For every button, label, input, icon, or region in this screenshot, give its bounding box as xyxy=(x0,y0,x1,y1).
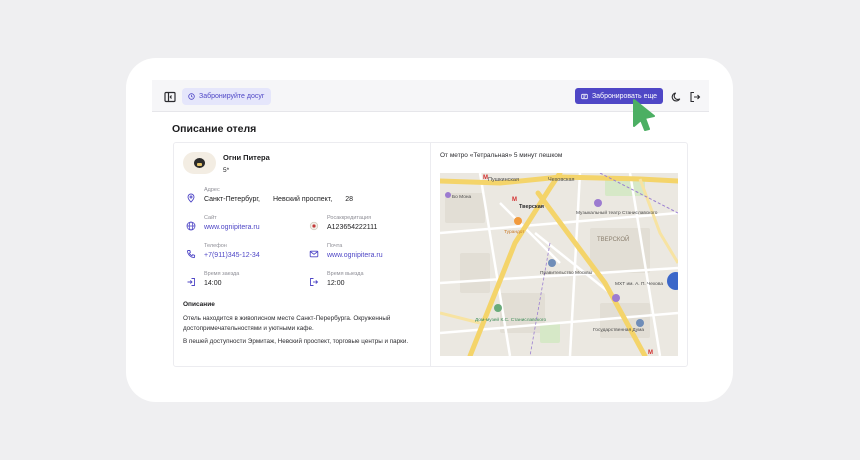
accreditation-field: Росаккредитация A123654222111 xyxy=(309,215,424,235)
accreditation-value: A123654222111 xyxy=(327,224,378,231)
address-field: Адрес Санкт-Петербург, Невский проспект,… xyxy=(186,187,426,207)
logout-icon[interactable] xyxy=(687,89,703,105)
checkin-label: Время заезда xyxy=(204,271,240,277)
phone-link[interactable]: +7(911)345-12-34 xyxy=(204,252,260,259)
hotel-details-column: Огни Питера 5* Адрес Санкт-Петербург, Не… xyxy=(174,143,431,366)
site-label: Сайт xyxy=(204,215,217,221)
description-paragraph-2: В пешей доступности Эрмитаж, Невский про… xyxy=(183,338,409,345)
cursor-pointer-icon xyxy=(633,99,655,131)
map-label-theatre: Музыкальный театр Станиславского xyxy=(576,209,658,216)
checkin-value: 14:00 xyxy=(204,280,222,287)
site-field: Сайт www.ognipitera.ru xyxy=(186,215,296,235)
location-column: От метро «Тетральная» 5 минут пешком M M… xyxy=(431,143,687,366)
address-label: Адрес xyxy=(204,187,220,193)
book-leisure-label: Забронируйте досуг xyxy=(199,93,265,100)
email-field: Почта www.ognipitera.ru xyxy=(309,243,424,263)
ticket-icon xyxy=(581,93,588,99)
checkout-icon xyxy=(309,274,319,286)
page-title: Описание отеля xyxy=(172,123,257,135)
globe-icon xyxy=(186,218,196,231)
email-link[interactable]: www.ognipitera.ru xyxy=(327,252,383,259)
svg-text:M: M xyxy=(512,197,517,203)
map-label-turandot: Турандот xyxy=(504,229,525,235)
hotel-stars: 5* xyxy=(223,167,230,174)
checkin-icon xyxy=(186,274,196,286)
email-label: Почта xyxy=(327,243,343,249)
checkout-label: Время выезда xyxy=(327,271,364,277)
location-pin-icon xyxy=(186,190,196,203)
map-label-duma: Государственная Дума xyxy=(593,327,644,333)
address-street: Невский проспект, xyxy=(273,196,333,203)
hotel-logo xyxy=(183,152,216,174)
map-label-mkhat: МХТ им. А. П. Чехова xyxy=(615,281,663,287)
description-title: Описание xyxy=(183,301,215,308)
metro-distance-text: От метро «Тетральная» 5 минут пешком xyxy=(440,152,563,159)
accreditation-label: Росаккредитация xyxy=(327,215,372,221)
app-card: Забронируйте досуг Забронировать еще Опи… xyxy=(126,58,733,402)
phone-field: Телефон +7(911)345-12-34 xyxy=(186,243,296,263)
description-paragraph-1: Отель находится в живописном месте Санкт… xyxy=(183,315,391,332)
phone-label: Телефон xyxy=(204,243,227,249)
svg-text:M: M xyxy=(648,350,653,356)
phone-icon xyxy=(186,246,196,259)
map-label-government: Правительство Москвы xyxy=(540,270,593,276)
address-city: Санкт-Петербург, xyxy=(204,196,260,203)
top-toolbar: Забронируйте досуг Забронировать еще xyxy=(152,80,709,112)
clock-icon xyxy=(188,93,195,100)
sidebar-toggle-icon[interactable] xyxy=(162,89,178,105)
map-label-bo-mona: Бо Мона xyxy=(452,194,472,200)
moon-icon[interactable] xyxy=(669,89,685,105)
book-leisure-chip[interactable]: Забронируйте досуг xyxy=(182,88,272,105)
site-link[interactable]: www.ognipitera.ru xyxy=(204,224,260,231)
checkout-field: Время выезда 12:00 xyxy=(309,271,424,291)
map-label-tverskoy: ТВЕРСКОЙ xyxy=(597,235,629,243)
hotel-name: Огни Питера xyxy=(223,153,270,162)
map-label-dom-muzei: Дом-музей К.С. Станиславского xyxy=(475,316,547,323)
map-label-pushkinskaya: Пушкинская xyxy=(488,177,519,183)
checkout-value: 12:00 xyxy=(327,280,345,287)
accreditation-badge-icon xyxy=(309,218,319,231)
checkin-field: Время заезда 14:00 xyxy=(186,271,296,291)
map-label-tverskaya: Тверская xyxy=(519,204,544,210)
mail-icon xyxy=(309,246,319,258)
map-label-chekhovskaya: Чеховская xyxy=(548,177,575,183)
location-map[interactable]: M M M Пушкинская Чеховская Тверская ТВЕР… xyxy=(440,173,678,356)
address-number: 28 xyxy=(345,196,353,203)
hotel-info-panel: Огни Питера 5* Адрес Санкт-Петербург, Не… xyxy=(173,142,688,367)
